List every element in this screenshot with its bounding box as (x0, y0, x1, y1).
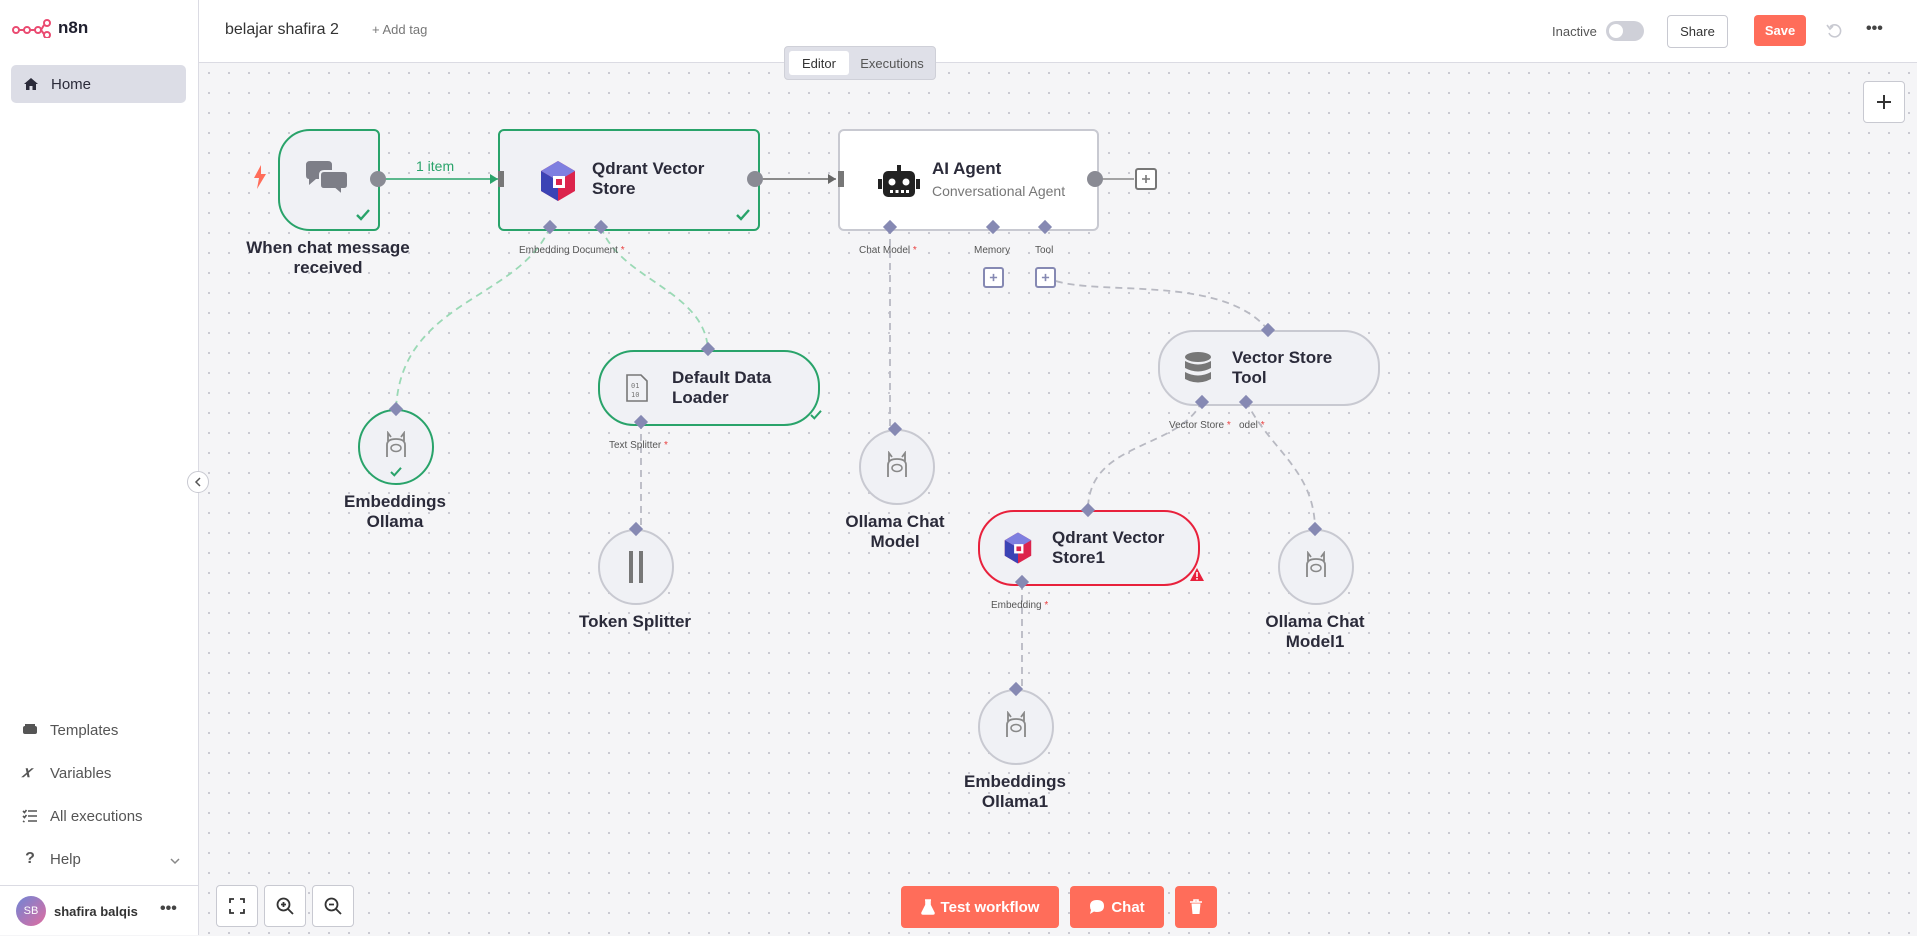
flask-icon (920, 899, 935, 915)
svg-text:01: 01 (631, 382, 639, 390)
node-embeddings-ollama1[interactable] (978, 689, 1054, 765)
zoom-to-fit-button[interactable] (216, 885, 258, 927)
node-label: When chat message received (246, 238, 410, 277)
port-label-embedding-document: Embedding Document * (519, 245, 625, 256)
port-label-chat-model: Chat Model * (859, 245, 917, 256)
zoom-out-button[interactable] (312, 885, 354, 927)
add-node-button[interactable] (1135, 168, 1157, 190)
node-qdrant-vector-store[interactable]: Qdrant Vector Store (498, 129, 760, 231)
binary-file-icon: 01 10 (626, 374, 648, 402)
delete-execution-button[interactable] (1175, 886, 1217, 928)
plus-icon (1142, 175, 1150, 183)
view-tabs: Editor Executions (784, 46, 936, 80)
node-subtitle: Conversational Agent (932, 183, 1066, 199)
database-icon (1185, 352, 1211, 383)
node-label: Token Splitter (578, 612, 692, 631)
input-port (838, 171, 844, 187)
node-label: Embeddings Ollama (343, 492, 446, 531)
port-label-memory: Memory (974, 245, 1011, 256)
node-ai-agent[interactable]: AI Agent Conversational Agent (838, 129, 1099, 231)
plus-icon (989, 273, 998, 282)
output-port[interactable] (1087, 171, 1103, 187)
connection-item-count: 1 item (416, 158, 455, 174)
success-check-icon (356, 209, 370, 221)
node-label: Ollama Chat Model (845, 512, 945, 551)
plus-icon (1041, 273, 1050, 282)
node-chat-trigger[interactable] (278, 129, 380, 231)
chevron-left-icon (194, 477, 201, 487)
arrow-icon (828, 174, 836, 184)
trigger-bolt-icon (254, 165, 266, 189)
zoom-in-button[interactable] (264, 885, 306, 927)
success-check-icon (736, 209, 750, 221)
port-label-model: odel * (1239, 420, 1265, 431)
ollama-icon (1006, 711, 1026, 737)
add-memory-button[interactable] (983, 267, 1004, 288)
svg-text:10: 10 (631, 391, 639, 399)
node-token-splitter[interactable] (598, 529, 674, 605)
node-label: Vector Store Tool (1232, 348, 1333, 387)
qdrant-icon (1004, 532, 1032, 564)
test-workflow-button[interactable]: Test workflow (901, 886, 1059, 928)
chat-bubble-icon (1090, 900, 1105, 914)
ollama-icon (386, 431, 406, 457)
node-label: Ollama Chat Model1 (1265, 612, 1365, 651)
robot-icon (878, 165, 920, 197)
port-label-embedding: Embedding * (991, 600, 1049, 611)
zoom-in-icon (276, 897, 294, 915)
port-label-vector-store: Vector Store * (1169, 420, 1231, 431)
zoom-out-icon (324, 897, 342, 915)
input-port (498, 171, 504, 187)
qdrant-icon (541, 161, 575, 201)
node-embeddings-ollama[interactable] (358, 409, 434, 485)
add-tool-button[interactable] (1035, 267, 1056, 288)
port-label-tool: Tool (1035, 245, 1054, 256)
port-label-text-splitter: Text Splitter * (609, 440, 668, 451)
ollama-icon (1306, 551, 1326, 577)
open-nodes-panel-button[interactable] (1863, 81, 1905, 123)
node-label: Embeddings Ollama1 (963, 772, 1066, 811)
warning-icon (1190, 568, 1204, 581)
output-port[interactable] (747, 171, 763, 187)
connection-tool-vectortool (1044, 275, 1269, 331)
node-ollama-chat-model[interactable] (859, 429, 935, 505)
tab-executions[interactable]: Executions (853, 51, 931, 75)
node-default-data-loader[interactable]: 01 10 Default Data Loader (598, 350, 820, 426)
node-vector-store-tool[interactable]: Vector Store Tool (1158, 330, 1380, 406)
collapse-sidebar-button[interactable] (187, 471, 209, 493)
chat-label: Chat (1111, 898, 1145, 916)
chat-button[interactable]: Chat (1070, 886, 1164, 928)
node-qdrant-vector-store1[interactable]: Qdrant Vector Store1 (978, 510, 1200, 586)
splitter-icon (629, 551, 643, 583)
success-check-icon (810, 410, 822, 420)
ollama-icon (887, 451, 907, 477)
connection-vectorstore-qdrant2 (1087, 400, 1203, 509)
trash-icon (1190, 899, 1202, 914)
node-ollama-chat-model1[interactable] (1278, 529, 1354, 605)
output-port[interactable] (370, 171, 386, 187)
plus-icon (1877, 95, 1891, 109)
node-label: AI Agent (932, 159, 1002, 178)
arrow-icon (490, 174, 498, 184)
node-label: Qdrant Vector Store1 (1052, 528, 1165, 567)
node-label: Qdrant Vector Store (592, 159, 705, 198)
chat-bubbles-icon (306, 161, 349, 197)
expand-icon (229, 898, 245, 914)
tab-editor[interactable]: Editor (789, 51, 849, 75)
success-check-icon (390, 467, 402, 477)
node-label: Default Data Loader (672, 368, 772, 407)
test-workflow-label: Test workflow (940, 898, 1040, 916)
